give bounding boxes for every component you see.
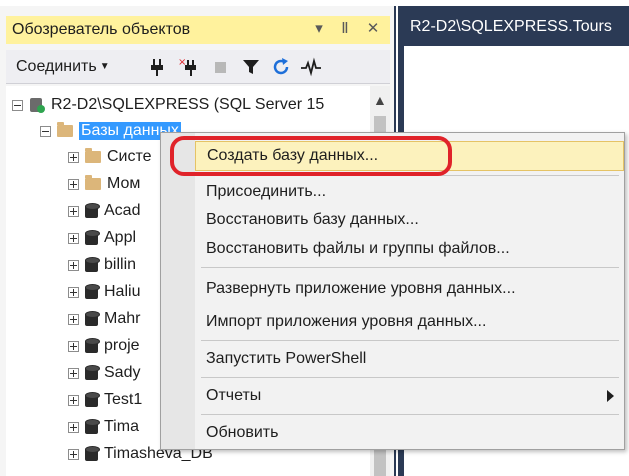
database-icon (85, 257, 100, 273)
menu-icon-gutter (161, 133, 195, 449)
folder-icon (57, 122, 73, 137)
menu-separator (201, 175, 619, 176)
menu-item-label: Восстановить базу данных... (206, 211, 419, 228)
expand-icon[interactable] (68, 259, 79, 271)
menu-item-label: Импорт приложения уровня данных... (206, 313, 487, 330)
server-icon (29, 97, 45, 113)
expand-icon[interactable] (68, 394, 79, 406)
menu-item-create-database[interactable]: Создать базу данных... (195, 141, 624, 171)
tree-node-label: billin (104, 256, 137, 273)
collapse-icon[interactable] (12, 99, 23, 111)
menu-separator (201, 414, 619, 415)
tree-node-server[interactable]: R2-D2\SQLEXPRESS (SQL Server 15 (12, 92, 324, 118)
disconnect-plug-icon[interactable]: × (178, 56, 200, 78)
expand-icon[interactable] (68, 205, 79, 217)
database-icon (85, 419, 100, 435)
menu-item-label: Отчеты (206, 387, 262, 404)
expand-icon[interactable] (68, 286, 79, 298)
chevron-down-icon: ▼ (99, 61, 110, 72)
close-icon[interactable]: ✕ (362, 18, 384, 40)
connect-plug-icon[interactable] (146, 56, 168, 78)
connect-label: Соединить (16, 58, 97, 75)
menu-item-import-data-tier[interactable]: Импорт приложения уровня данных... (195, 307, 624, 337)
tree-node-label: Haliu (104, 283, 141, 300)
tree-node-label: Систе (107, 148, 152, 165)
tree-node[interactable]: Haliu (68, 279, 140, 305)
server-label: R2-D2\SQLEXPRESS (SQL Server 15 (51, 96, 325, 113)
refresh-icon[interactable] (270, 56, 292, 78)
connect-dropdown-button[interactable]: Соединить ▼ (16, 58, 110, 76)
menu-item-refresh[interactable]: Обновить (195, 418, 624, 448)
expand-icon[interactable] (68, 151, 79, 163)
database-icon (85, 446, 100, 462)
tree-node[interactable]: proje (68, 333, 140, 359)
database-icon (85, 203, 100, 219)
menu-item-restore-files[interactable]: Восстановить файлы и группы файлов... (195, 234, 624, 264)
expand-icon[interactable] (68, 340, 79, 352)
activity-monitor-icon[interactable] (300, 56, 322, 78)
menu-separator (201, 340, 619, 341)
menu-item-start-powershell[interactable]: Запустить PowerShell (195, 344, 624, 374)
folder-icon (85, 148, 101, 163)
pin-icon[interactable]: Ⅱ (334, 18, 356, 40)
menu-item-label: Запустить PowerShell (206, 350, 367, 367)
tree-node-label: Test1 (104, 391, 143, 408)
menu-item-label: Восстановить файлы и группы файлов... (206, 240, 510, 257)
tree-node-label: Sady (104, 364, 141, 381)
stop-icon[interactable] (210, 56, 232, 78)
folder-icon (85, 175, 101, 190)
tree-node[interactable]: Acad (68, 198, 140, 224)
menu-item-attach[interactable]: Присоединить... (195, 177, 624, 207)
database-icon (85, 392, 100, 408)
menu-item-label: Обновить (206, 424, 279, 441)
expand-icon[interactable] (68, 367, 79, 379)
menu-item-label: Развернуть приложение уровня данных... (206, 280, 516, 297)
menu-separator (201, 267, 619, 268)
tree-node-label: Mahr (104, 310, 141, 327)
filter-icon[interactable] (240, 56, 262, 78)
tree-node[interactable]: Mahr (68, 306, 140, 332)
menu-item-label: Создать базу данных... (207, 147, 379, 164)
expand-icon[interactable] (68, 178, 79, 190)
tree-node[interactable]: Appl (68, 225, 136, 251)
tree-node[interactable]: Test1 (68, 387, 142, 413)
tree-node-label: proje (104, 337, 140, 354)
menu-item-deploy-data-tier[interactable]: Развернуть приложение уровня данных... (195, 274, 624, 304)
document-tab[interactable]: R2-D2\SQLEXPRESS.Tours (404, 12, 629, 46)
tree-node-label: Мом (107, 175, 141, 192)
context-menu: Создать базу данных... Присоединить... В… (160, 132, 625, 450)
tree-node-label: Tima (104, 418, 139, 435)
menu-item-reports[interactable]: Отчеты (195, 381, 624, 411)
tree-node[interactable]: Мом (68, 171, 140, 197)
menu-item-restore-database[interactable]: Восстановить базу данных... (195, 205, 624, 235)
tree-node[interactable]: Систе (68, 144, 152, 170)
tree-node-label: Appl (104, 229, 137, 246)
explorer-title-bar: Обозреватель объектов ▾ Ⅱ ✕ (6, 16, 390, 44)
database-icon (85, 230, 100, 246)
expand-icon[interactable] (68, 421, 79, 433)
submenu-arrow-icon (607, 390, 614, 402)
explorer-title: Обозреватель объектов (12, 21, 191, 38)
database-icon (85, 284, 100, 300)
menu-item-label: Присоединить... (206, 183, 327, 200)
database-icon (85, 365, 100, 381)
explorer-toolbar: Соединить ▼ × (6, 50, 390, 84)
tree-node[interactable]: Tima (68, 414, 139, 440)
tree-node[interactable]: billin (68, 252, 136, 278)
scroll-up-icon[interactable]: ▲ (373, 92, 387, 108)
tree-node[interactable]: Sady (68, 360, 140, 386)
tree-node-label: Acad (104, 202, 141, 219)
expand-icon[interactable] (68, 448, 79, 460)
database-icon (85, 338, 100, 354)
expand-icon[interactable] (68, 313, 79, 325)
expand-icon[interactable] (68, 232, 79, 244)
collapse-icon[interactable] (40, 125, 51, 137)
window-position-dropdown-icon[interactable]: ▾ (308, 18, 330, 40)
menu-separator (201, 377, 619, 378)
database-icon (85, 311, 100, 327)
